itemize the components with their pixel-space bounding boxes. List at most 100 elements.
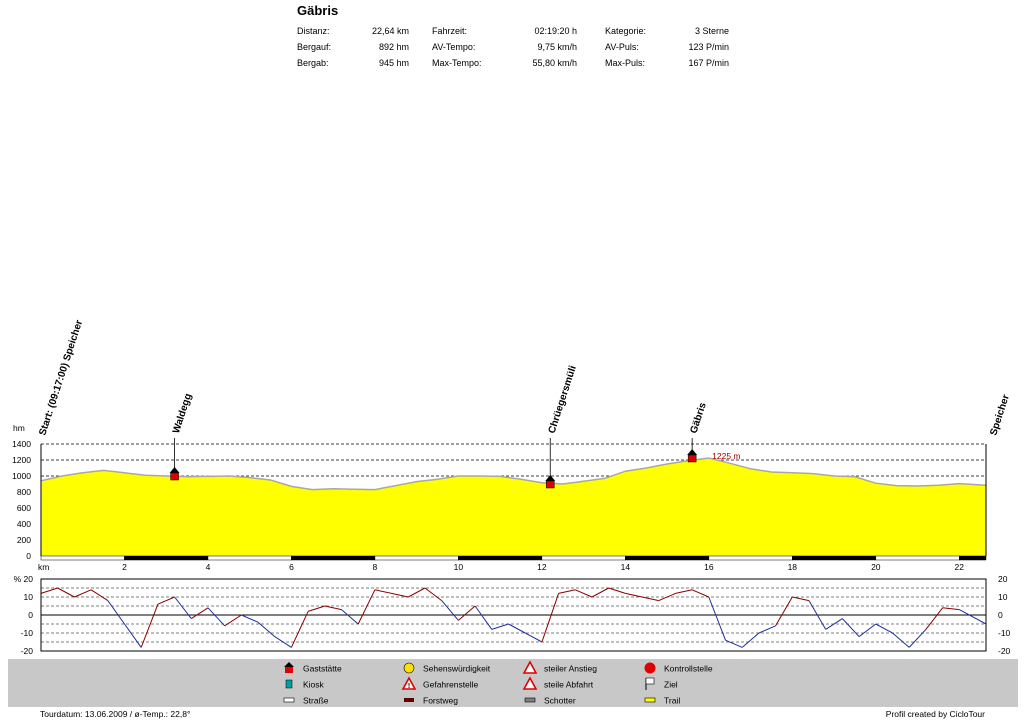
waypoint-label: Waldegg (171, 392, 194, 435)
gaststaette-roof (169, 467, 180, 473)
elevation-area (40, 457, 987, 556)
gradient-segment (124, 623, 142, 648)
footer-left: Tourdatum: 13.06.2009 / ø-Temp.: 22,8° (40, 709, 190, 719)
gradient-segment (908, 629, 927, 648)
gradient-segment (474, 605, 493, 630)
y-tick-label: 1400 (12, 439, 31, 449)
gradient-segment (792, 596, 810, 602)
gradient-segment (524, 632, 543, 643)
x-tick-label: 10 (454, 562, 464, 572)
gradient-segment (925, 607, 943, 630)
gradient-segment (57, 587, 75, 598)
y-axis-label: hm (13, 423, 25, 433)
gaststaette-marker (170, 472, 179, 481)
icon-body (403, 662, 415, 674)
gradient-segment (892, 632, 910, 648)
gaststaette-roof (687, 449, 698, 455)
schotter-icon (524, 697, 536, 703)
stat-value: 167 P/min (688, 58, 729, 68)
stat-label: Bergauf: (297, 42, 331, 52)
stat-value: 9,75 km/h (537, 42, 577, 52)
gradient-segment (708, 596, 726, 641)
gradient-segment (441, 600, 459, 621)
stat-value: 02:19:20 h (534, 26, 577, 36)
gradient-segment (290, 611, 309, 648)
gradient-segment (207, 607, 226, 627)
y-tick-label: 1200 (12, 455, 31, 465)
x-tick-label: 22 (955, 562, 965, 572)
legend-label: Kiosk (303, 680, 325, 690)
gradient-segment (741, 632, 760, 648)
gradient-segment (307, 605, 325, 612)
x-tick-label: 6 (289, 562, 294, 572)
gradient-grid (41, 587, 986, 643)
y-tick-label: 200 (17, 535, 31, 545)
x-axis-segment (541, 555, 626, 561)
gradient-segment (408, 587, 426, 598)
y-tick-label-right: 20 (998, 574, 1008, 584)
stat-value: 22,64 km (372, 26, 409, 36)
gaststaette-marker (545, 480, 555, 489)
gradient-segment (107, 600, 125, 625)
x-axis-segment (374, 555, 459, 561)
legend-panel (8, 659, 1018, 707)
gradient-segment (424, 587, 443, 601)
waypoint-label: Start: (09:17:00) Speicher (37, 319, 85, 437)
x-axis-segment (959, 555, 987, 561)
legend-label: steiler Anstieg (544, 664, 597, 674)
legend-label: Forstweg (423, 696, 458, 706)
x-axis-segment (207, 555, 292, 561)
gradient-segment (157, 596, 175, 605)
x-axis-segment (40, 555, 125, 561)
forstweg-icon (404, 698, 414, 702)
y-tick-label: 1000 (12, 471, 31, 481)
stat-label: Fahrzeit: (432, 26, 467, 36)
icon-body (644, 697, 656, 703)
gradient-segment (324, 605, 342, 611)
icon-glyph: ! (408, 683, 410, 690)
x-tick-label: 12 (537, 562, 547, 572)
gradient-segment (725, 639, 743, 648)
peak-annotation: 1225 m (712, 451, 740, 461)
y-tick-label: 0 (28, 610, 33, 620)
x-axis-label: km (38, 562, 49, 572)
gradient-segment (758, 625, 776, 634)
stat-label: Bergab: (297, 58, 329, 68)
stat-label: AV-Tempo: (432, 42, 475, 52)
gradient-segment (558, 589, 576, 594)
waypoint-label: Gäbris (689, 401, 709, 435)
gradient-segment (341, 609, 359, 625)
icon-body (283, 697, 295, 703)
waypoint-label: Speicher (988, 393, 1012, 437)
gradient-segment (391, 592, 409, 598)
gradient-segment (508, 623, 526, 634)
gradient-segment (191, 607, 209, 620)
x-axis-segment (875, 555, 960, 561)
stat-value: 945 hm (379, 58, 409, 68)
legend-label: Trail (664, 696, 680, 706)
kiosk-icon (285, 679, 293, 689)
x-axis-segment (291, 555, 376, 561)
x-tick-label: 16 (704, 562, 714, 572)
y-tick-label: % 20 (14, 574, 34, 584)
stat-label: Distanz: (297, 26, 330, 36)
checkpoint-icon (644, 662, 656, 674)
legend-label: Sehenswürdigkeit (423, 664, 491, 674)
y-tick-label: 800 (17, 487, 31, 497)
gradient-segment (625, 592, 643, 598)
gradient-segment (491, 623, 509, 630)
gradient-segment (641, 596, 659, 602)
legend-label: Gefahrenstelle (423, 680, 479, 690)
gradient-segment (942, 607, 960, 611)
strasse-icon (283, 697, 295, 703)
y-tick-label: 400 (17, 519, 31, 529)
stat-label: AV-Puls: (605, 42, 639, 52)
gaststaette-marker (687, 454, 697, 463)
icon-flag (645, 677, 655, 685)
gradient-segment (90, 589, 109, 602)
x-axis-segment (708, 555, 793, 561)
y-tick-label: -10 (21, 628, 34, 638)
x-axis-segment (124, 555, 209, 561)
gradient-segment (775, 596, 793, 627)
icon-body (644, 662, 656, 674)
